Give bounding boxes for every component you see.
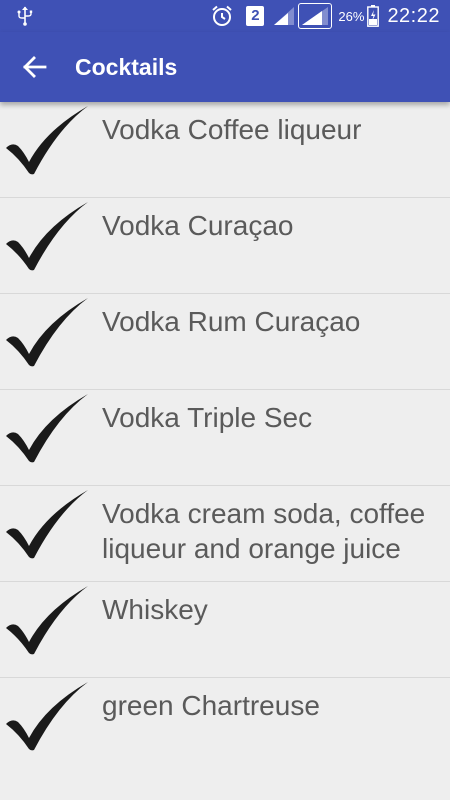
checkmark-icon [6, 490, 88, 559]
battery-percent: 26% [338, 8, 365, 24]
signal-icon [298, 3, 333, 29]
list-item-label: Vodka Triple Sec [102, 402, 313, 433]
list-item-label: Vodka Curaçao [102, 210, 294, 241]
list-item[interactable]: Vodka Coffee liqueur [0, 102, 450, 198]
checkmark-icon [6, 106, 88, 175]
cocktail-list: Vodka Coffee liqueur Vodka Curaçao Vodka… [0, 102, 450, 774]
list-item-label: green Chartreuse [102, 690, 320, 721]
list-item[interactable]: green Chartreuse [0, 678, 450, 774]
list-item[interactable]: Whiskey [0, 582, 450, 678]
usb-icon [17, 6, 33, 26]
page-title: Cocktails [75, 54, 178, 80]
alarm-icon [212, 5, 233, 26]
list-item-label: Vodka cream soda, coffee liqueur and ora… [102, 498, 426, 564]
checkmark-icon [6, 394, 88, 463]
checkmark-icon [6, 586, 88, 655]
checkmark-icon [6, 298, 88, 367]
status-bar: 2 26% 22:22 [0, 0, 450, 32]
arrow-left-icon[interactable] [18, 52, 52, 82]
list-item[interactable]: Vodka cream soda, coffee liqueur and ora… [0, 486, 450, 582]
app-bar: Cocktails [0, 32, 450, 102]
list-item-label: Whiskey [102, 594, 208, 625]
list-item[interactable]: Vodka Rum Curaçao [0, 294, 450, 390]
list-item[interactable]: Vodka Triple Sec [0, 390, 450, 486]
checkmark-icon [6, 202, 88, 271]
list-item-label: Vodka Coffee liqueur [102, 114, 362, 145]
clock: 22:22 [387, 4, 440, 27]
list-item[interactable]: Vodka Curaçao [0, 198, 450, 294]
list-item-label: Vodka Rum Curaçao [102, 306, 361, 337]
battery-icon [367, 5, 380, 27]
checkmark-icon [6, 682, 88, 751]
signal-icon [274, 7, 295, 25]
sim-2-icon: 2 [246, 6, 265, 26]
